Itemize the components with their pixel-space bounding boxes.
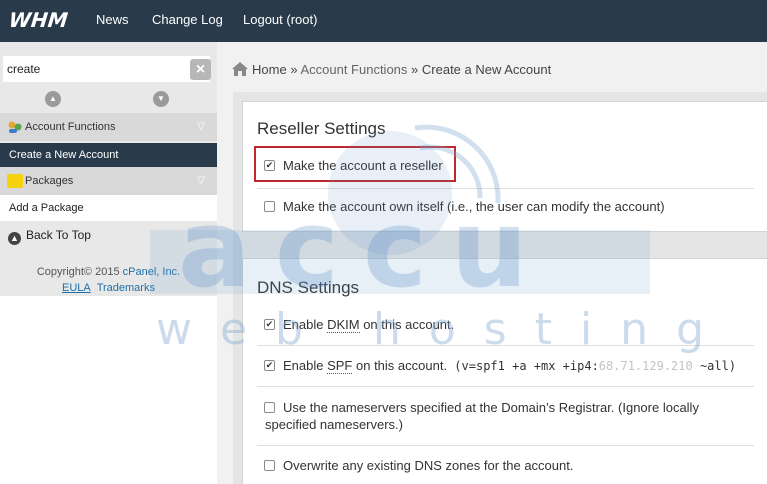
folder-icon	[7, 174, 23, 188]
divider	[257, 188, 754, 189]
copyright: Copyright© 2015 cPanel, Inc. EULA Tradem…	[0, 264, 217, 296]
breadcrumb: Home » Account Functions » Create a New …	[232, 62, 551, 77]
spf-record-ip: 68.71.129.210	[598, 359, 693, 373]
category-label: Account Functions	[25, 121, 116, 133]
category-label: Packages	[25, 175, 74, 187]
sidebar-item-add-package[interactable]: Add a Package	[0, 195, 217, 221]
cpanel-link[interactable]: cPanel, Inc.	[123, 266, 180, 278]
checkbox-checked[interactable]: ✔	[264, 360, 275, 371]
breadcrumb-home[interactable]: Home	[252, 62, 287, 77]
nav-news[interactable]: News	[96, 0, 129, 42]
checkbox[interactable]	[264, 402, 275, 413]
nav-logout[interactable]: Logout (root)	[243, 0, 317, 42]
nav-change-log[interactable]: Change Log	[152, 0, 223, 42]
category-packages[interactable]: Packages ▽	[0, 167, 217, 195]
divider	[257, 445, 754, 446]
dkim-pre: Enable	[283, 317, 328, 332]
option-label-line1: Use the nameservers specified at the Dom…	[283, 400, 699, 415]
copyright-text: Copyright© 2015	[36, 266, 120, 278]
clear-search-icon[interactable]: ×	[190, 59, 211, 80]
checkbox[interactable]	[264, 460, 275, 471]
back-to-top-label: Back To Top	[26, 228, 91, 242]
checkbox-checked[interactable]: ✔	[264, 319, 275, 330]
trademarks-link[interactable]: Trademarks	[97, 282, 155, 294]
spf-record: (v=spf1 +a +mx +ip4:68.71.129.210 ~all)	[454, 359, 736, 373]
panel-title: DNS Settings	[257, 278, 360, 297]
breadcrumb-current: Create a New Account	[421, 62, 552, 77]
chevron-down-icon: ▽	[197, 175, 205, 186]
option-label: Overwrite any existing DNS zones for the…	[283, 458, 574, 473]
eula-link[interactable]: EULA	[62, 282, 91, 294]
spf-record-post: ~all)	[692, 359, 737, 373]
option-label: Make the account own itself (i.e., the u…	[283, 199, 665, 214]
sidebar: × ▲ ▼ Account Functions ▽ Create a New A…	[0, 42, 217, 484]
search-input[interactable]	[3, 56, 183, 82]
option-label-line2: specified nameservers.)	[265, 417, 403, 432]
collapse-up-icon[interactable]: ▲	[45, 91, 61, 107]
breadcrumb-separator: »	[411, 62, 419, 77]
dns-settings-panel: DNS Settings ✔ Enable DKIM on this accou…	[242, 258, 767, 484]
breadcrumb-account-functions[interactable]: Account Functions	[300, 62, 407, 77]
highlight-box	[254, 146, 456, 182]
spf-post: on this account.	[352, 358, 448, 373]
spf-pre: Enable	[283, 358, 328, 373]
whm-logo[interactable]: WHM	[8, 8, 79, 32]
breadcrumb-bar: Home » Account Functions » Create a New …	[217, 42, 767, 92]
back-to-top-link[interactable]: ▲ Back To Top	[8, 228, 91, 245]
option-label: Enable DKIM on this account.	[283, 317, 455, 333]
account-functions-icon	[8, 121, 22, 133]
divider	[257, 386, 754, 387]
sidebar-item-create-account[interactable]: Create a New Account	[0, 143, 217, 167]
breadcrumb-separator: »	[290, 62, 298, 77]
dkim-post: on this account.	[359, 317, 455, 332]
chevron-down-icon: ▽	[197, 121, 205, 132]
category-account-functions[interactable]: Account Functions ▽	[0, 113, 217, 141]
spf-record-pre: (v=spf1 +a +mx +ip4:	[454, 359, 599, 373]
top-bar: WHM News Change Log Logout (root)	[0, 0, 767, 42]
divider	[257, 345, 754, 346]
dkim-abbr: DKIM	[327, 317, 360, 333]
home-icon[interactable]	[232, 62, 248, 76]
arrow-up-icon: ▲	[8, 232, 21, 245]
spf-abbr: SPF	[327, 358, 353, 374]
panel-title: Reseller Settings	[257, 119, 386, 138]
sidebar-search: ×	[3, 56, 211, 82]
checkbox[interactable]	[264, 201, 275, 212]
option-label: Enable SPF on this account. (v=spf1 +a +…	[283, 358, 736, 374]
expand-down-icon[interactable]: ▼	[153, 91, 169, 107]
